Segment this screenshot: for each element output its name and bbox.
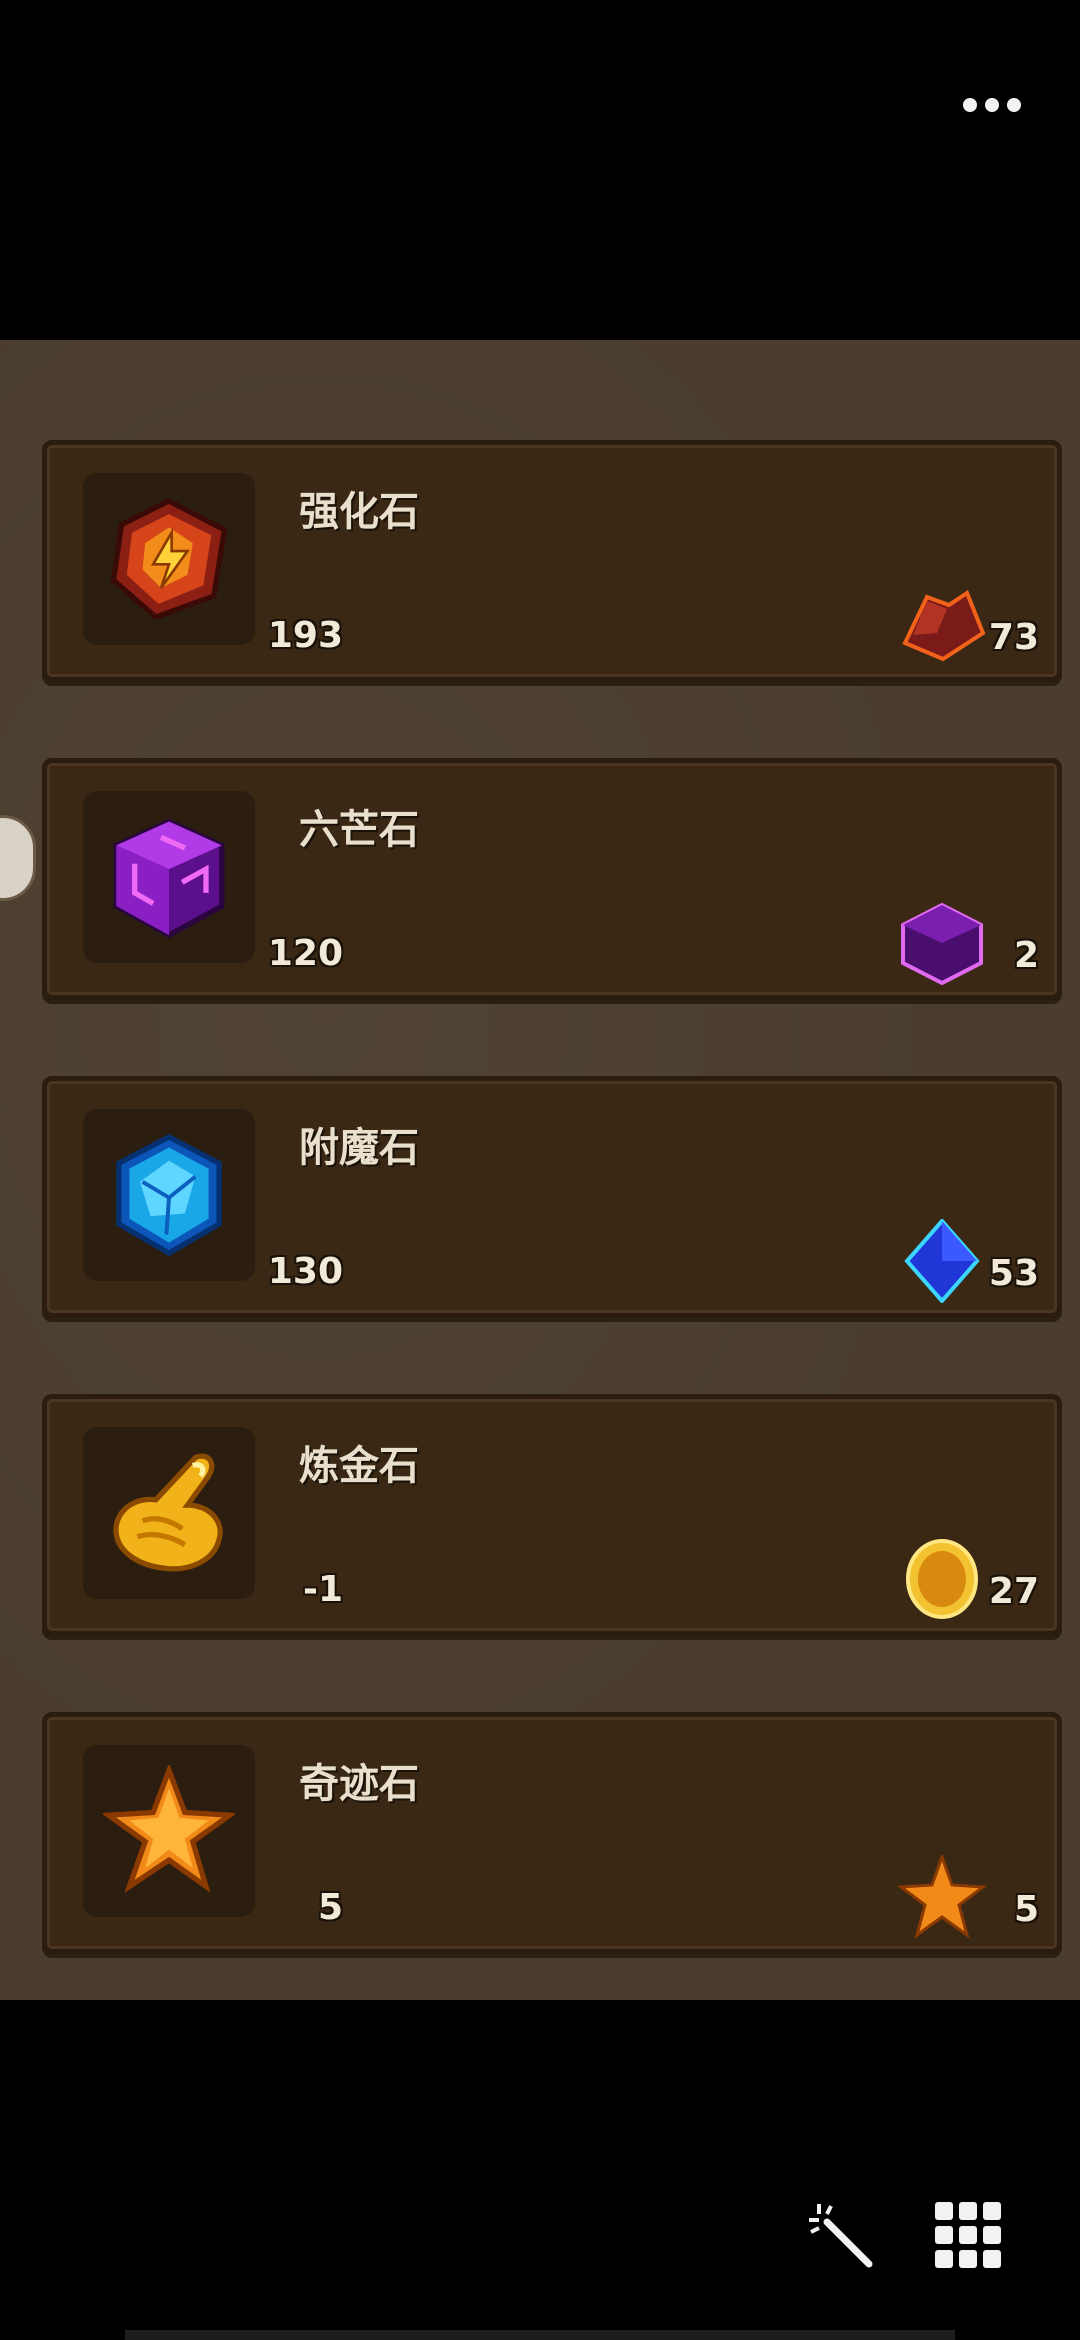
alchemy-stone-icon <box>113 1453 223 1572</box>
gold-coin-icon <box>906 1539 978 1619</box>
list-item[interactable]: 130 附魔石 53 <box>42 1076 1062 1318</box>
grid-menu-icon[interactable] <box>935 2202 1001 2268</box>
owned-count: 5 <box>1013 1889 1039 1930</box>
list-item[interactable]: 5 奇迹石 5 <box>42 1712 1062 1954</box>
item-icon-box: 5 <box>83 1745 343 1928</box>
list-item[interactable]: 193 强化石 73 <box>42 440 1062 682</box>
stock-count: 5 <box>317 1887 343 1928</box>
item-name: 炼金石 <box>299 1443 419 1489</box>
home-indicator <box>125 2330 955 2340</box>
list-item[interactable]: 120 六芒石 2 <box>42 758 1062 1000</box>
enhance-stone-icon <box>110 497 228 621</box>
item-name: 附魔石 <box>299 1125 419 1171</box>
item-icon-box: 130 <box>83 1109 343 1292</box>
top-bar <box>0 0 1080 340</box>
stock-count: -1 <box>303 1569 343 1610</box>
owned-count: 53 <box>988 1253 1039 1294</box>
item-name: 六芒石 <box>299 807 419 853</box>
owned-count: 27 <box>988 1571 1039 1612</box>
enchant-stone-icon <box>116 1133 222 1257</box>
stone-list-panel: 193 强化石 73 120 六芒石 2 130 附魔石 53 -1 炼金石 2… <box>0 340 1080 2000</box>
stock-count: 130 <box>267 1251 343 1292</box>
more-dots-icon[interactable] <box>952 90 1032 120</box>
item-icon-box: 193 <box>83 473 343 656</box>
orange-star-icon <box>897 1855 987 1939</box>
bottom-bar <box>0 2000 1080 2340</box>
owned-count: 73 <box>988 617 1039 658</box>
miracle-stone-icon <box>103 1765 235 1894</box>
purple-cube-icon <box>901 902 983 985</box>
owned-count: 2 <box>1013 935 1039 976</box>
item-icon-box: -1 <box>83 1427 343 1610</box>
item-name: 奇迹石 <box>299 1761 419 1807</box>
stock-count: 193 <box>267 615 343 656</box>
stock-count: 120 <box>267 933 343 974</box>
magic-wand-icon[interactable] <box>805 2200 877 2272</box>
item-icon-box: 120 <box>83 791 343 974</box>
blue-diamond-icon <box>904 1219 980 1303</box>
side-tab-handle[interactable] <box>0 815 36 901</box>
item-name: 强化石 <box>299 489 419 535</box>
red-ore-icon <box>902 589 986 662</box>
hexagram-stone-icon <box>113 818 225 939</box>
list-item[interactable]: -1 炼金石 27 <box>42 1394 1062 1636</box>
